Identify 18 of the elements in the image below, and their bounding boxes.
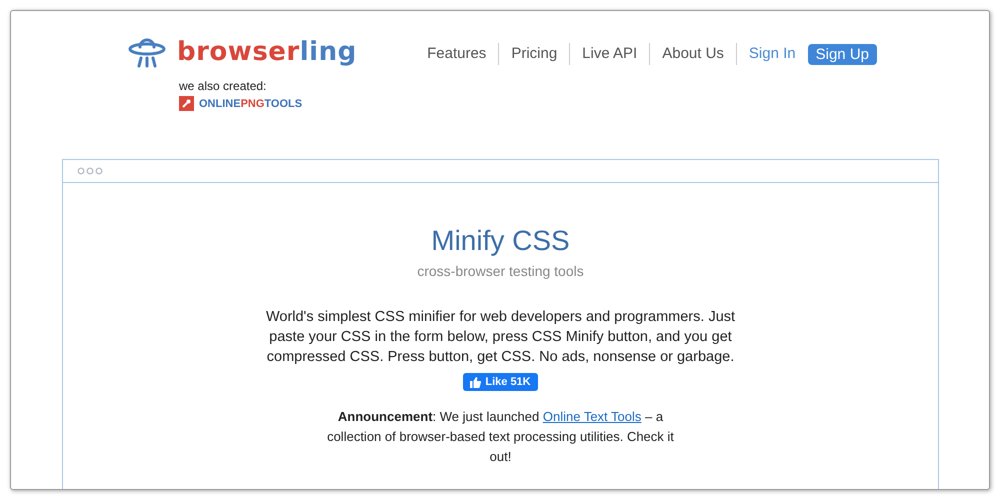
nav-link[interactable]: Live API [570, 43, 650, 65]
description-text: World's simplest CSS minifier for web developers and programmers. Just paste your CSS in the form below, press CSS Minify button, and you get compressed CSS. Press button, get CSS. No ads, nonsense or garbage. [266, 308, 736, 367]
sign-in-link[interactable]: Sign In [736, 43, 808, 65]
online-text-tools-link[interactable]: Online Text Tools [542, 409, 642, 424]
wrench-icon[interactable] [179, 96, 194, 111]
nav-link[interactable]: About Us [650, 43, 737, 65]
nav-link[interactable]: Pricing [499, 43, 570, 65]
window-dots-icon [77, 167, 103, 175]
also-created-label: we also created: [179, 79, 268, 93]
announcement-text: Announcement: We just launched Online Text Tools – a collection of browser-based text processing utilities. Check it out! [326, 408, 675, 466]
brand-logo[interactable]: browserling [177, 37, 357, 67]
online-png-tools-link[interactable]: ONLINEPNGTOOLS [199, 98, 302, 110]
sign-up-button[interactable]: Sign Up [808, 44, 877, 64]
nav-link[interactable]: Features [415, 43, 500, 65]
page-title: Minify CSS [431, 225, 570, 257]
like-button[interactable]: Like 51K [463, 373, 538, 391]
thumbs-up-icon [470, 376, 482, 388]
page-subtitle: cross-browser testing tools [417, 263, 584, 279]
